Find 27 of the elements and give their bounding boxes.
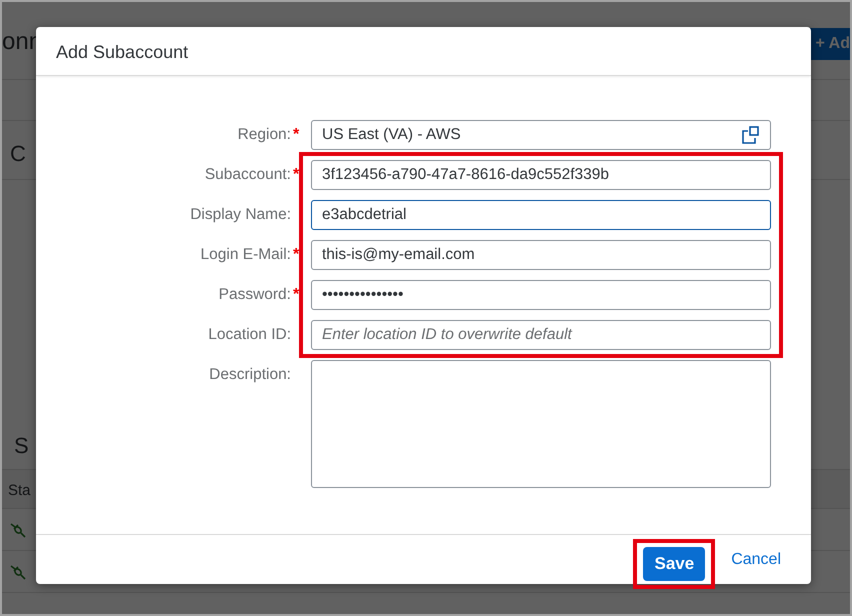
field-label: Description: xyxy=(209,366,291,384)
cancel-link[interactable]: Cancel xyxy=(729,542,783,576)
input-field[interactable]: e3abcdetrial xyxy=(311,200,771,230)
save-button[interactable]: Save xyxy=(643,546,706,580)
required-mark: * xyxy=(292,126,300,144)
input-field[interactable]: this-is@my-email.com xyxy=(311,240,771,270)
description-field[interactable] xyxy=(311,360,771,488)
unplugged-icon xyxy=(10,564,26,580)
required-mark: * xyxy=(292,246,300,264)
section-title: C xyxy=(10,141,26,166)
field-label: Display Name: xyxy=(190,206,291,224)
region-select[interactable]: US East (VA) - AWS xyxy=(311,120,771,150)
dialog-title: Add Subaccount xyxy=(56,42,188,62)
required-mark: * xyxy=(292,286,300,304)
password-field[interactable]: ••••••••••••••• xyxy=(311,280,771,310)
field-label: Password: xyxy=(218,286,291,304)
table-title: S xyxy=(14,433,29,458)
field-label: Location ID: xyxy=(208,326,291,344)
field-label: Login E-Mail: xyxy=(200,246,291,264)
input-field[interactable]: 3f123456-a790-47a7-8616-da9c552f339b xyxy=(311,160,771,190)
value-help-icon[interactable] xyxy=(742,126,760,144)
required-mark: * xyxy=(292,166,300,184)
input-field[interactable]: Enter location ID to overwrite default xyxy=(311,320,771,350)
column-header: Sta xyxy=(8,482,31,499)
unplugged-icon xyxy=(10,522,26,538)
field-label: Subaccount: xyxy=(204,166,291,184)
field-label: Region: xyxy=(238,126,291,144)
